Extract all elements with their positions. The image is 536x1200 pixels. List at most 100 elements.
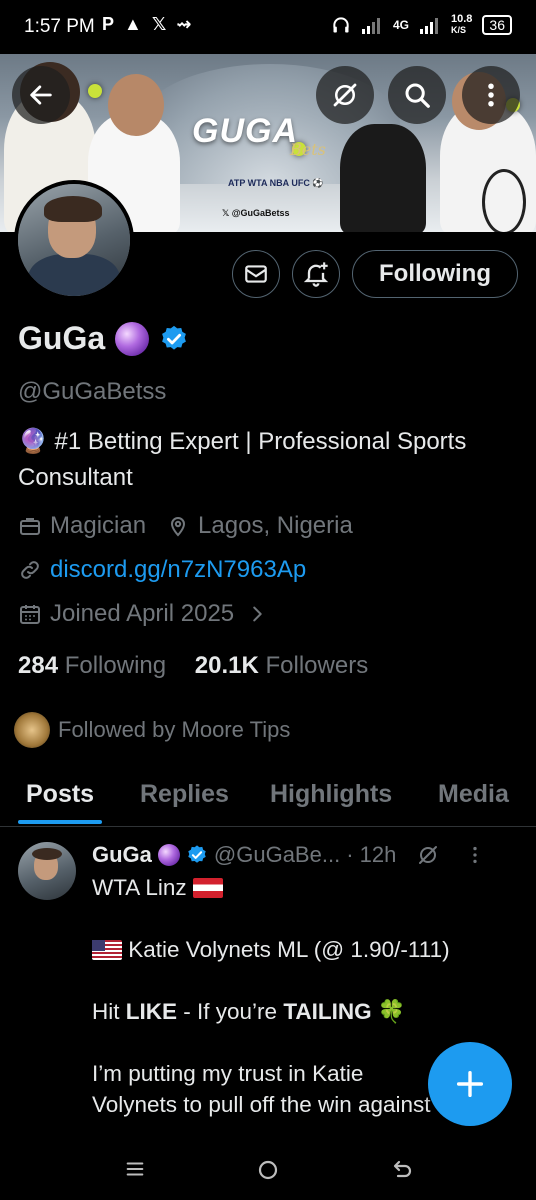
verified-badge-icon: [188, 845, 206, 863]
tab-highlights[interactable]: Highlights: [270, 780, 392, 809]
active-tab-indicator: [18, 820, 102, 824]
clover-icon: 🍀: [377, 999, 406, 1024]
compose-button[interactable]: [428, 1042, 512, 1126]
banner-handle: 𝕏 @GuGaBetss: [222, 208, 290, 218]
recent-apps-icon[interactable]: [124, 1158, 146, 1180]
chevron-right-icon: [253, 606, 262, 622]
status-bar: 1:57 PM P ▲ 𝕏 ⇝ 4G 10.8 K/S 36: [0, 0, 536, 54]
status-time: 1:57 PM: [24, 16, 95, 37]
mail-icon: [245, 265, 267, 283]
net-speed: 10.8 K/S: [451, 14, 472, 36]
followed-by-text: Followed by Moore Tips: [58, 717, 291, 742]
net-speed-value: 10.8: [451, 13, 473, 25]
followed-by-row[interactable]: Followed by Moore Tips: [14, 712, 290, 748]
post-line-3-like: LIKE: [125, 999, 178, 1024]
followers-count: 20.1K: [194, 652, 259, 679]
post-line-3-pre: Hit: [92, 999, 126, 1024]
bell-plus-icon: [303, 262, 329, 287]
post-header: GuGa @GuGaBe... · 12h: [92, 842, 522, 868]
austria-flag-icon: [192, 878, 223, 898]
post-line-3-tail: TAILING: [283, 999, 372, 1024]
crystal-ball-icon: [115, 321, 150, 356]
home-icon[interactable]: [256, 1158, 280, 1182]
post-avatar[interactable]: [18, 842, 76, 900]
net-speed-unit: K/S: [451, 25, 467, 35]
grok-button[interactable]: [316, 66, 374, 124]
following-button[interactable]: Following: [352, 250, 518, 298]
network-type: 4G: [392, 18, 409, 32]
post-author-name[interactable]: GuGa: [92, 842, 152, 868]
tab-replies[interactable]: Replies: [140, 780, 229, 809]
usa-flag-icon: [92, 940, 122, 960]
plus-icon: [456, 1070, 484, 1098]
search-button[interactable]: [388, 66, 446, 124]
follower-avatar: [14, 712, 50, 748]
post-line-1: WTA Linz: [92, 872, 512, 903]
x-icon: 𝕏: [151, 14, 167, 34]
briefcase-icon: [20, 518, 40, 535]
post-line-3: Hit LIKE - If you’re TAILING 🍀: [92, 996, 512, 1027]
tab-posts[interactable]: Posts: [26, 780, 94, 809]
notification-icon-p: P: [102, 14, 115, 34]
more-options-button[interactable]: [462, 66, 520, 124]
profile-profession: Magician: [50, 512, 147, 539]
following-count-link[interactable]: 284 Following: [18, 652, 166, 679]
profile-tabs: Posts Replies Highlights Media: [0, 766, 536, 827]
profile-joined: Joined April 2025: [50, 600, 235, 627]
battery-indicator: 36: [482, 15, 512, 35]
profile-name: GuGa: [18, 320, 106, 356]
following-count: 284: [18, 652, 59, 679]
grok-icon: [333, 83, 357, 107]
bio-line-1: 🔮 #1 Betting Expert | Professional Sport…: [18, 428, 467, 455]
more-vertical-icon[interactable]: [464, 844, 486, 866]
status-right: 4G 10.8 K/S 36: [331, 14, 512, 36]
followers-label: Followers: [265, 652, 369, 679]
profile-meta-row: Magician Lagos, Nigeria: [18, 512, 353, 540]
follow-counts: 284 Following 20.1K Followers: [18, 652, 368, 680]
profile-location: Lagos, Nigeria: [198, 512, 353, 539]
warning-icon: ▲: [124, 14, 142, 34]
more-vertical-icon: [488, 83, 494, 107]
bio-line-2: Consultant: [18, 464, 133, 491]
profile-handle: @GuGaBetss: [18, 378, 167, 405]
followers-count-link[interactable]: 20.1K Followers: [195, 652, 368, 679]
post-line-2: Katie Volynets ML (@ 1.90/-111): [92, 934, 512, 965]
tennis-ball: [88, 84, 102, 98]
post-author-handle: @GuGaBe...: [213, 842, 341, 867]
back-arrow-icon: [30, 85, 52, 105]
post-line-2-text: Katie Volynets ML (@ 1.90/-111): [128, 937, 450, 962]
profile-website-link[interactable]: discord.gg/n7zN7963Ap: [50, 556, 306, 584]
following-label: Following: [64, 652, 167, 679]
signal-icon-2: [420, 18, 438, 34]
location-pin-icon: [171, 517, 186, 537]
calendar-icon: [20, 605, 40, 624]
back-button[interactable]: [12, 66, 70, 124]
activity-icon: ⇝: [176, 14, 192, 34]
link-icon: [21, 561, 39, 579]
banner-logo: GUGA: [192, 112, 298, 150]
profile-name-row: GuGa: [18, 320, 189, 357]
profile-avatar[interactable]: [14, 180, 134, 300]
post-time: · 12h: [346, 842, 397, 867]
notify-button[interactable]: [292, 250, 340, 298]
post-line-3-mid: - If you’re: [177, 999, 284, 1024]
profile-bio: 🔮 #1 Betting Expert | Professional Sport…: [18, 424, 528, 496]
avatar-body: [28, 254, 120, 296]
post-line-1-text: WTA Linz: [92, 875, 187, 900]
banner-leagues: ATP WTA NBA UFC ⚽: [228, 178, 324, 188]
message-button[interactable]: [232, 250, 280, 298]
avatar-hair: [44, 196, 102, 222]
profile-website-row[interactable]: discord.gg/n7zN7963Ap: [18, 556, 306, 584]
back-icon[interactable]: [390, 1158, 414, 1182]
crystal-ball-icon: [157, 844, 180, 866]
profile-joined-row[interactable]: Joined April 2025: [18, 600, 268, 628]
signal-icon: [361, 18, 380, 34]
banner-player-2-head: [108, 74, 164, 136]
banner-racket: [482, 169, 526, 232]
tab-media[interactable]: Media: [438, 780, 509, 809]
system-nav-bar: [0, 1148, 536, 1200]
notification-icons: P ▲ 𝕏 ⇝: [102, 14, 191, 35]
banner-logo-script: Bets: [290, 140, 326, 159]
grok-icon[interactable]: [416, 843, 440, 867]
verified-badge-icon[interactable]: [159, 324, 189, 354]
